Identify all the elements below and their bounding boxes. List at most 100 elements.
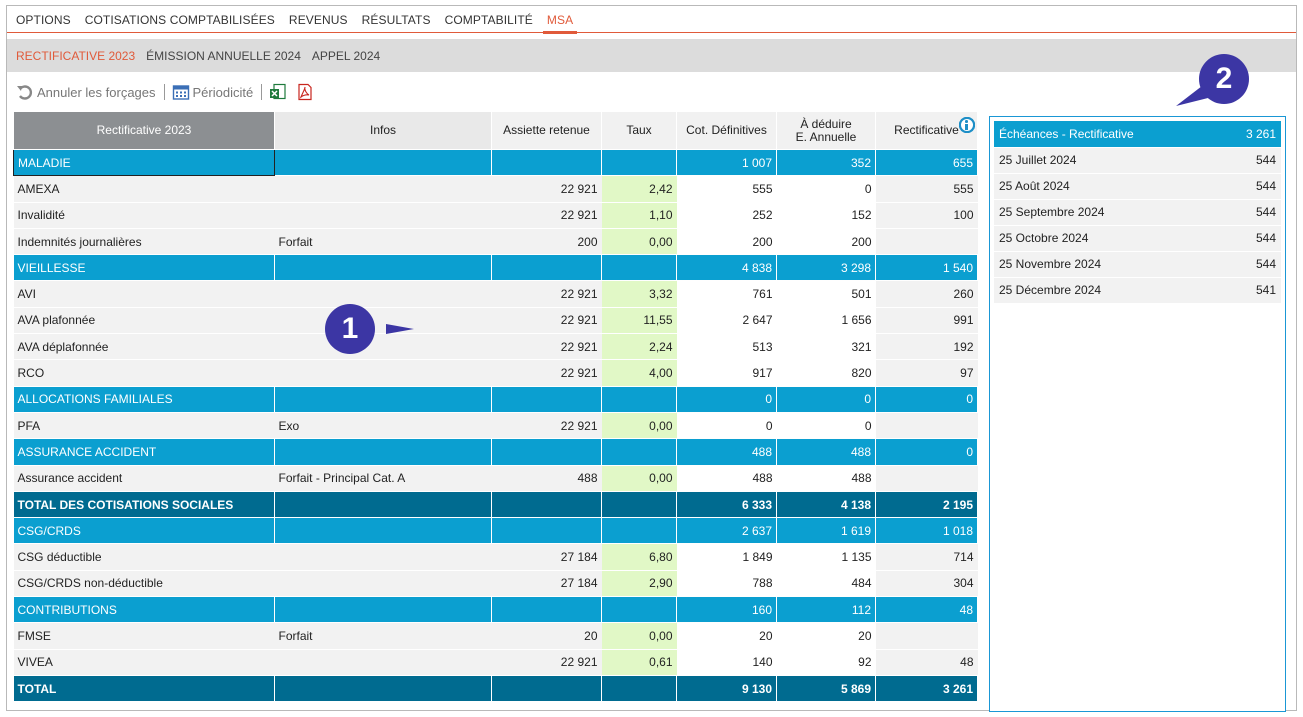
total-row[interactable]: TOTAL 9 130 5 869 3 261 [13,675,978,703]
cell-taux[interactable]: 4,00 [601,359,677,387]
callout-badge-1: 1 [325,304,375,354]
cell-rect: 48 [875,596,978,624]
cell-assiette: 22 921 [491,649,602,676]
cell-taux[interactable]: 2,90 [601,570,677,598]
table-row[interactable]: Assurance accident Forfait - Principal Ca… [13,116,978,492]
cell-ded: 484 [776,570,876,598]
cell-taux[interactable]: 11,55 [601,307,677,335]
cell-ded: 0 [776,386,876,413]
export-pdf-button[interactable] [296,83,317,101]
cell-label: Indemnités journalières [13,228,275,256]
section-row[interactable]: CONTRIBUTIONS 160 112 48 [13,596,978,624]
table-row[interactable]: PFA Exo 22 921 0,00 0 0 [13,116,978,440]
cell-ded: 20 [776,622,876,650]
column-header-cot-definitives[interactable]: Cot. Définitives [676,111,777,150]
topnav-tab-4[interactable]: COMPTABILITÉ [445,6,533,33]
export-excel-button[interactable] [269,83,290,101]
cell-rect: 1 540 [875,254,978,282]
cell-taux[interactable]: 0,00 [601,228,677,256]
cell-ded: 112 [776,596,876,624]
row-label: Assurance accident [17,471,123,486]
cell-taux[interactable]: 2,42 [601,175,677,203]
column-header-rectificative-2023[interactable]: Rectificative 2023 [13,111,275,150]
table-row[interactable]: CSG déductible 27 184 6,80 1 849 1 135 714 [13,116,978,571]
cell-infos [274,202,492,229]
cell-assiette: 22 921 [491,412,602,440]
cell-label: CSG/CRDS [13,517,275,545]
cell-taux[interactable]: 0,61 [601,649,677,676]
total-row[interactable]: TOTAL DES COTISATIONS SOCIALES 6 333 4 138… [13,491,978,519]
cell-taux[interactable]: 0,00 [601,622,677,650]
cell-rect: 192 [875,333,978,361]
cell-cot: 513 [676,333,777,361]
table-row[interactable]: Indemnités journalières Forfait 200 0,00 200… [13,228,978,256]
column-header-infos[interactable]: Infos [274,111,492,150]
echeance-date: 25 Octobre 2024 [994,225,1204,252]
section-row[interactable]: VIEILLESSE 4 838 3 298 1 540 [13,254,978,282]
section-row[interactable]: ALLOCATIONS FAMILIALES 0 0 0 [13,386,978,413]
echeances-panel: Échéances - Rectificative 3 261 25 Juill… [989,116,1286,712]
echeance-amount: 544 [1204,199,1281,226]
table-row[interactable]: AVA plafonnée 22 921 11,55 2 647 1 656 991 [13,116,978,335]
cell-cot: 4 838 [676,254,777,282]
table-row[interactable]: CSG/CRDS non-déductible 27 184 2,90 788 484 3… [13,116,978,598]
cell-taux[interactable]: 3,32 [601,280,677,308]
echeances-title: Échéances - Rectificative [994,121,1204,148]
callout-arrow-1 [386,324,414,334]
cell-assiette: 22 921 [491,307,602,335]
cell-taux[interactable]: 2,24 [601,333,677,361]
cell-assiette: 200 [491,228,602,256]
table-row[interactable]: Invalidité 22 921 1,10 252 152 100 [13,116,978,229]
cell-ded: 4 138 [776,491,876,519]
row-label: TOTAL [17,681,57,696]
cell-infos: Forfait [274,228,492,256]
row-label: Indemnités journalières [17,234,142,249]
table-row[interactable]: RCO 22 921 4,00 917 820 97 [13,116,978,387]
cell-label: TOTAL DES COTISATIONS SOCIALES [13,491,275,519]
cancel-overrides-button[interactable]: Annuler les forçages [16,83,156,101]
cell-label: Assurance accident [13,116,975,492]
echeance-row: 25 Décembre 2024 541 [994,277,1281,304]
column-header-taux[interactable]: Taux [601,111,677,150]
cell-rect [875,465,978,492]
section-row[interactable]: CSG/CRDS 2 637 1 619 1 018 [13,517,978,545]
subnav-tab-1[interactable]: ÉMISSION ANNUELLE 2024 [146,49,301,63]
row-label: CSG/CRDS [17,523,81,538]
echeance-row: 25 Octobre 2024 544 [994,225,1281,252]
table-row[interactable]: FMSE Forfait 20 0,00 20 20 [13,116,978,650]
table-row[interactable]: AVA déplafonnée 22 921 2,24 513 321 192 [13,116,978,361]
cell-assiette: 20 [491,622,602,650]
column-header-assiette[interactable]: Assiette retenue [491,111,602,150]
column-header-a-deduire[interactable]: À déduire E. Annuelle [776,111,876,150]
subnav-tab-0[interactable]: RECTIFICATIVE 2023 [16,49,135,63]
cell-ded: 0 [776,175,876,203]
topnav-tab-3[interactable]: RÉSULTATS [362,6,431,33]
section-row[interactable]: ASSURANCE ACCIDENT 488 488 0 [13,438,978,466]
topnav-tab-5[interactable]: MSA [542,6,578,34]
cell-infos [274,675,492,703]
echeance-row: 25 Juillet 2024 544 [994,147,1281,174]
table-row[interactable]: AMEXA 22 921 2,42 555 0 555 [13,116,978,203]
cell-cot: 2 637 [676,517,777,545]
cell-label: VIEILLESSE [13,254,275,282]
cell-taux[interactable]: 0,00 [601,412,677,440]
cell-label: PFA [13,116,975,440]
cell-assiette: 27 184 [491,543,602,571]
row-label: FMSE [17,628,51,643]
topnav-tab-0[interactable]: OPTIONS [16,6,71,33]
cell-taux [601,491,677,519]
periodicity-button[interactable]: Périodicité [172,83,253,101]
cell-assiette: 22 921 [491,333,602,361]
cell-taux[interactable]: 6,80 [601,543,677,571]
topnav-tab-2[interactable]: REVENUS [289,6,348,33]
cell-label: ALLOCATIONS FAMILIALES [13,386,275,413]
cell-taux[interactable]: 1,10 [601,202,677,229]
subnav-tab-2[interactable]: APPEL 2024 [312,49,380,63]
topnav-tab-1[interactable]: COTISATIONS COMPTABILISÉES [85,6,275,33]
row-label: VIVEA [17,655,53,670]
table-header-row: Rectificative 2023 Infos Assiette retenu… [13,111,978,150]
table-row[interactable]: VIVEA 22 921 0,61 140 92 48 [13,116,978,676]
cell-taux[interactable]: 0,00 [601,465,677,492]
table-row[interactable]: AVI 22 921 3,32 761 501 260 [13,116,978,308]
section-row[interactable]: MALADIE 1 007 352 655 [13,148,978,177]
